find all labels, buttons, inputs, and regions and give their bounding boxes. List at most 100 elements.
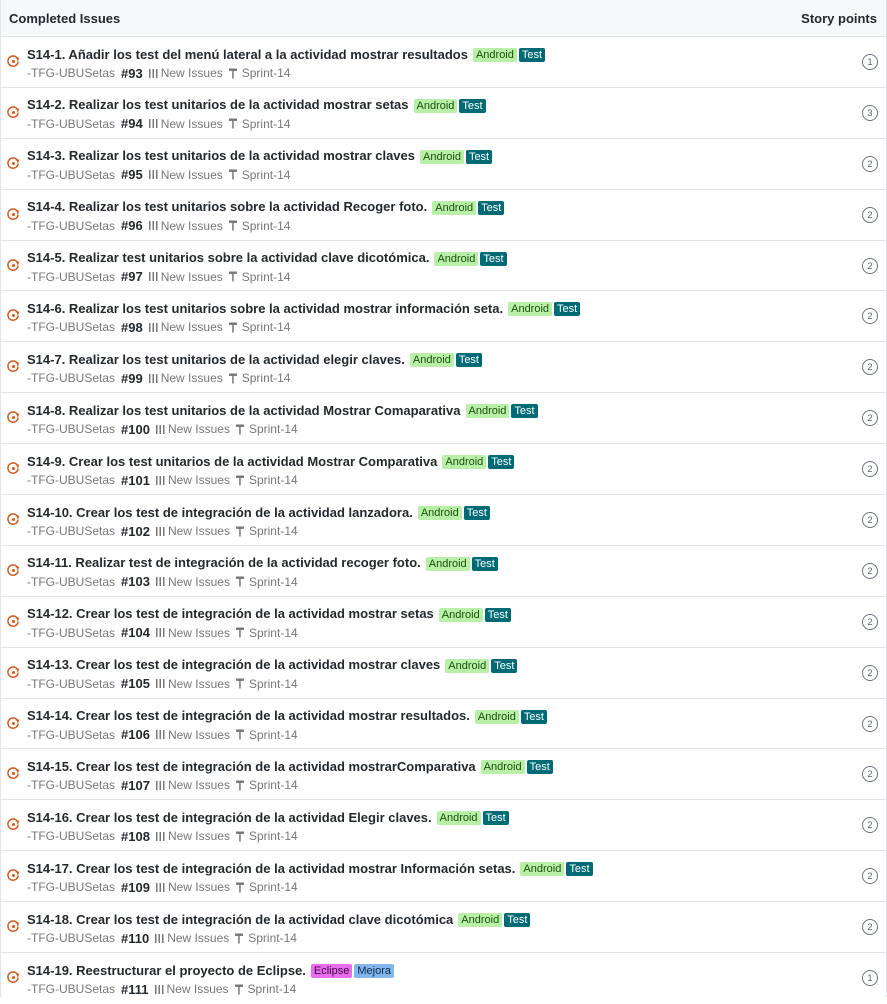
label-test[interactable]: Test bbox=[471, 556, 498, 571]
label-android[interactable]: Android bbox=[413, 98, 458, 113]
issue-repo[interactable]: -TFG-UBUSetas bbox=[27, 524, 115, 538]
issue-number[interactable]: #102 bbox=[121, 524, 150, 539]
label-test[interactable]: Test bbox=[478, 200, 505, 215]
label-android[interactable]: Android bbox=[436, 811, 481, 826]
issue-repo[interactable]: -TFG-UBUSetas bbox=[27, 371, 115, 385]
issue-row[interactable]: S14-11. Realizar test de integración de … bbox=[1, 546, 886, 597]
issue-repo[interactable]: -TFG-UBUSetas bbox=[27, 473, 115, 487]
issue-number[interactable]: #105 bbox=[121, 676, 150, 691]
issue-repo[interactable]: -TFG-UBUSetas bbox=[27, 982, 115, 996]
issue-row[interactable]: S14-2. Realizar los test unitarios de la… bbox=[1, 88, 886, 139]
issue-row[interactable]: S14-4. Realizar los test unitarios sobre… bbox=[1, 190, 886, 241]
label-test[interactable]: Test bbox=[463, 506, 490, 521]
issue-title[interactable]: S14-11. Realizar test de integración de … bbox=[27, 555, 421, 570]
issue-row[interactable]: S14-13. Crear los test de integración de… bbox=[1, 648, 886, 699]
label-android[interactable]: Android bbox=[474, 709, 519, 724]
issue-row[interactable]: S14-17. Crear los test de integración de… bbox=[1, 851, 886, 903]
issue-title[interactable]: S14-15. Crear los test de integración de… bbox=[27, 759, 476, 774]
issue-title[interactable]: S14-10. Crear los test de integración de… bbox=[27, 505, 413, 520]
label-test[interactable]: Test bbox=[520, 709, 547, 724]
label-eclipse[interactable]: Eclipse bbox=[310, 964, 353, 979]
label-android[interactable]: Android bbox=[420, 149, 464, 164]
issue-number[interactable]: #107 bbox=[121, 778, 150, 793]
issue-row[interactable]: S14-10. Crear los test de integración de… bbox=[1, 495, 886, 546]
issue-repo[interactable]: -TFG-UBUSetas bbox=[27, 270, 115, 284]
issue-repo[interactable]: -TFG-UBUSetas bbox=[27, 931, 115, 945]
issue-title[interactable]: S14-18. Crear los test de integración de… bbox=[27, 912, 453, 927]
issue-title[interactable]: S14-13. Crear los test de integración de… bbox=[27, 657, 440, 672]
issue-title[interactable]: S14-4. Realizar los test unitarios sobre… bbox=[27, 199, 427, 214]
label-android[interactable]: Android bbox=[438, 607, 483, 622]
label-test[interactable]: Test bbox=[554, 302, 581, 317]
issue-number[interactable]: #106 bbox=[121, 727, 150, 742]
issue-title[interactable]: S14-9. Crear los test unitarios de la ac… bbox=[27, 454, 437, 469]
issue-title[interactable]: S14-3. Realizar los test unitarios de la… bbox=[27, 148, 415, 163]
label-android[interactable]: Android bbox=[508, 302, 553, 317]
issue-row[interactable]: S14-9. Crear los test unitarios de la ac… bbox=[1, 444, 886, 496]
label-android[interactable]: Android bbox=[458, 913, 503, 928]
issue-row[interactable]: S14-14. Crear los test de integración de… bbox=[1, 699, 886, 750]
issue-row[interactable]: S14-7. Realizar los test unitarios de la… bbox=[1, 342, 886, 394]
label-test[interactable]: Test bbox=[488, 455, 515, 470]
issue-title[interactable]: S14-6. Realizar los test unitarios sobre… bbox=[27, 301, 503, 316]
issue-title[interactable]: S14-16. Crear los test de integración de… bbox=[27, 810, 432, 825]
label-android[interactable]: Android bbox=[409, 353, 454, 368]
issue-row[interactable]: S14-15. Crear los test de integración de… bbox=[1, 749, 886, 801]
label-test[interactable]: Test bbox=[484, 607, 511, 622]
issue-row[interactable]: S14-12. Crear los test de integración de… bbox=[1, 597, 886, 648]
issue-row[interactable]: S14-19. Reestructurar el proyecto de Ecl… bbox=[1, 953, 886, 1004]
label-test[interactable]: Test bbox=[455, 353, 482, 368]
label-android[interactable]: Android bbox=[445, 658, 490, 673]
issue-repo[interactable]: -TFG-UBUSetas bbox=[27, 829, 115, 843]
issue-number[interactable]: #98 bbox=[121, 320, 143, 335]
issue-row[interactable]: S14-5. Realizar test unitarios sobre la … bbox=[1, 241, 886, 292]
label-mejora[interactable]: Mejora bbox=[354, 964, 394, 979]
issue-row[interactable]: S14-8. Realizar los test unitarios de la… bbox=[1, 393, 886, 445]
issue-number[interactable]: #97 bbox=[121, 269, 143, 284]
label-android[interactable]: Android bbox=[432, 200, 477, 215]
label-android[interactable]: Android bbox=[434, 251, 479, 266]
issue-row[interactable]: S14-3. Realizar los test unitarios de la… bbox=[1, 139, 886, 190]
issue-row[interactable]: S14-6. Realizar los test unitarios sobre… bbox=[1, 291, 886, 343]
issue-title[interactable]: S14-2. Realizar los test unitarios de la… bbox=[27, 97, 409, 112]
issue-repo[interactable]: -TFG-UBUSetas bbox=[27, 575, 115, 589]
label-android[interactable]: Android bbox=[472, 48, 517, 62]
issue-number[interactable]: #104 bbox=[121, 625, 150, 640]
issue-row[interactable]: S14-1. Añadir los test del menú lateral … bbox=[1, 37, 886, 88]
issue-number[interactable]: #100 bbox=[121, 422, 150, 437]
label-test[interactable]: Test bbox=[480, 251, 507, 266]
issue-number[interactable]: #103 bbox=[121, 574, 150, 589]
issue-row[interactable]: S14-18. Crear los test de integración de… bbox=[1, 902, 886, 954]
issue-repo[interactable]: -TFG-UBUSetas bbox=[27, 422, 115, 436]
label-android[interactable]: Android bbox=[442, 455, 487, 470]
label-test[interactable]: Test bbox=[459, 98, 486, 113]
issue-title[interactable]: S14-14. Crear los test de integración de… bbox=[27, 708, 470, 723]
issue-number[interactable]: #110 bbox=[121, 931, 149, 946]
issue-title[interactable]: S14-19. Reestructurar el proyecto de Ecl… bbox=[27, 963, 306, 978]
issue-title[interactable]: S14-8. Realizar los test unitarios de la… bbox=[27, 403, 461, 418]
issue-title[interactable]: S14-5. Realizar test unitarios sobre la … bbox=[27, 250, 429, 265]
label-test[interactable]: Test bbox=[491, 658, 518, 673]
issue-number[interactable]: #111 bbox=[121, 982, 149, 997]
issue-title[interactable]: S14-17. Crear los test de integración de… bbox=[27, 861, 515, 876]
issue-repo[interactable]: -TFG-UBUSetas bbox=[27, 728, 115, 742]
issue-repo[interactable]: -TFG-UBUSetas bbox=[27, 320, 115, 334]
label-test[interactable]: Test bbox=[566, 862, 593, 877]
issue-title[interactable]: S14-12. Crear los test de integración de… bbox=[27, 606, 434, 621]
issue-number[interactable]: #108 bbox=[121, 829, 150, 844]
issue-repo[interactable]: -TFG-UBUSetas bbox=[27, 677, 115, 691]
label-android[interactable]: Android bbox=[425, 556, 470, 571]
issue-repo[interactable]: -TFG-UBUSetas bbox=[27, 219, 115, 233]
issue-title[interactable]: S14-1. Añadir los test del menú lateral … bbox=[27, 47, 468, 62]
issue-repo[interactable]: -TFG-UBUSetas bbox=[27, 880, 115, 894]
issue-repo[interactable]: -TFG-UBUSetas bbox=[27, 66, 115, 80]
issue-number[interactable]: #94 bbox=[121, 116, 143, 131]
issue-number[interactable]: #101 bbox=[121, 473, 150, 488]
issue-number[interactable]: #95 bbox=[121, 167, 143, 182]
label-android[interactable]: Android bbox=[520, 862, 565, 877]
label-test[interactable]: Test bbox=[465, 149, 493, 164]
issue-title[interactable]: S14-7. Realizar los test unitarios de la… bbox=[27, 352, 405, 367]
issue-number[interactable]: #109 bbox=[121, 880, 150, 895]
label-android[interactable]: Android bbox=[465, 404, 510, 419]
issue-number[interactable]: #93 bbox=[121, 66, 143, 81]
